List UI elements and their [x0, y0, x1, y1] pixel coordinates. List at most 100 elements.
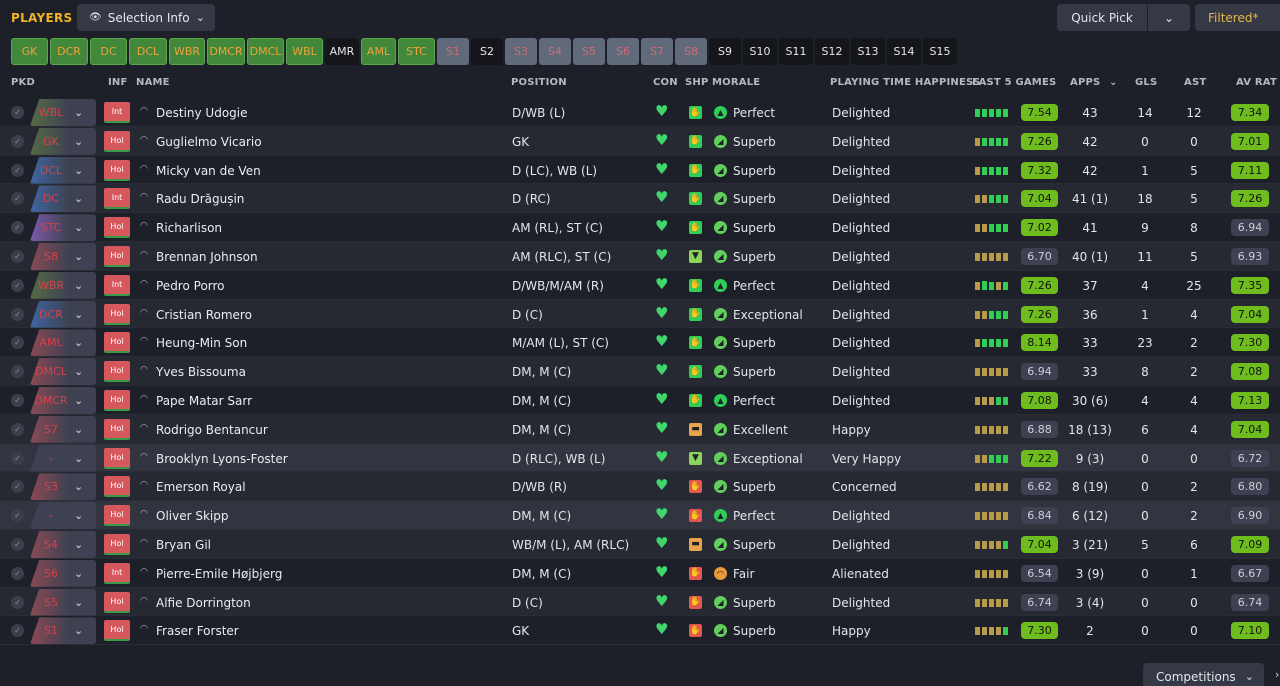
sort-desc-icon[interactable]: ⌄: [1109, 77, 1118, 88]
player-name[interactable]: Bryan Gil: [156, 538, 211, 552]
table-row[interactable]: ✓ DMCR ⌄ Hol ◠ Pape Matar Sarr DM, M (C) ♥ ✋ ▲ Per…: [0, 386, 1280, 415]
pkd-position-dropdown[interactable]: S6 ⌄: [30, 559, 96, 587]
position-slot-s2[interactable]: S2: [471, 38, 503, 65]
col-last5[interactable]: LAST 5 GAMES: [972, 77, 1056, 88]
inf-badge[interactable]: Hol: [104, 505, 130, 527]
table-row[interactable]: ✓ S1 ⌄ Hol ◠ Fraser Forster GK ♥ ✋ ◢ Superb Happy 7.…: [0, 616, 1280, 646]
position-slot-s15[interactable]: S15: [923, 38, 957, 65]
inf-badge[interactable]: Hol: [104, 303, 130, 325]
inf-badge[interactable]: Hol: [104, 533, 130, 555]
pkd-position-dropdown[interactable]: AML ⌄: [30, 329, 96, 357]
pkd-position-dropdown[interactable]: S4 ⌄: [30, 530, 96, 558]
pick-check-icon[interactable]: ✓: [11, 134, 24, 148]
position-slot-s14[interactable]: S14: [887, 38, 921, 65]
pkd-position-dropdown[interactable]: S8 ⌄: [30, 242, 96, 270]
player-name[interactable]: Rodrigo Bentancur: [156, 423, 268, 437]
player-name[interactable]: Cristian Romero: [156, 308, 252, 322]
table-row[interactable]: ✓ WBL ⌄ Int ◠ Destiny Udogie D/WB (L) ♥ ✋ ▲ Perfec…: [0, 98, 1280, 127]
inf-badge[interactable]: Hol: [104, 245, 130, 267]
pkd-position-dropdown[interactable]: WBL ⌄: [30, 99, 96, 126]
position-slot-s10[interactable]: S10: [743, 38, 777, 65]
position-slot-stc[interactable]: STC: [398, 38, 435, 65]
position-slot-s13[interactable]: S13: [851, 38, 885, 65]
position-slot-s8[interactable]: S8: [675, 38, 707, 65]
player-name[interactable]: Destiny Udogie: [156, 106, 248, 120]
pkd-position-dropdown[interactable]: STC ⌄: [30, 214, 96, 242]
player-name[interactable]: Heung-Min Son: [156, 336, 247, 350]
player-name[interactable]: Pape Matar Sarr: [156, 394, 252, 408]
col-position[interactable]: POSITION: [511, 77, 567, 88]
pick-check-icon[interactable]: ✓: [11, 307, 24, 321]
player-name[interactable]: Alfie Dorrington: [156, 596, 251, 610]
pick-check-icon[interactable]: ✓: [11, 422, 24, 436]
pick-check-icon[interactable]: ✓: [11, 393, 24, 407]
position-slot-wbr[interactable]: WBR: [169, 38, 205, 65]
col-avrat[interactable]: AV RAT: [1236, 77, 1277, 88]
inf-badge[interactable]: Int: [104, 102, 130, 123]
col-shp[interactable]: SHP: [685, 77, 709, 88]
inf-badge[interactable]: Hol: [104, 361, 130, 383]
pkd-position-dropdown[interactable]: DCR ⌄: [30, 300, 96, 328]
position-slot-wbl[interactable]: WBL: [286, 38, 323, 65]
col-apps[interactable]: APPS: [1070, 77, 1100, 88]
inf-badge[interactable]: Hol: [104, 159, 130, 181]
table-row[interactable]: ✓ S7 ⌄ Hol ◠ Rodrigo Bentancur DM, M (C) ♥ ▬ ◢ Exc…: [0, 414, 1280, 444]
pick-check-icon[interactable]: ✓: [11, 365, 24, 379]
pkd-position-dropdown[interactable]: DMCL ⌄: [30, 358, 96, 386]
position-slot-amr[interactable]: AMR: [325, 38, 359, 65]
inf-badge[interactable]: Hol: [104, 130, 130, 152]
col-name[interactable]: NAME: [136, 77, 170, 88]
table-row[interactable]: ✓ AML ⌄ Hol ◠ Heung-Min Son M/AM (L), ST (C) ♥ ✋…: [0, 328, 1280, 358]
pick-check-icon[interactable]: ✓: [11, 537, 24, 551]
player-name[interactable]: Emerson Royal: [156, 480, 246, 494]
pick-check-icon[interactable]: ✓: [11, 221, 24, 235]
table-row[interactable]: ✓ S5 ⌄ Hol ◠ Alfie Dorrington D (C) ♥ ✋ ◢ Superb De…: [0, 587, 1280, 617]
player-name[interactable]: Micky van de Ven: [156, 164, 261, 178]
table-row[interactable]: ✓ WBR ⌄ Int ◠ Pedro Porro D/WB/M/AM (R) ♥ ✋ ▲ Perf…: [0, 271, 1280, 300]
chevron-down-icon[interactable]: ⌄: [1148, 11, 1190, 25]
inf-badge[interactable]: Int: [104, 188, 130, 210]
pkd-position-dropdown[interactable]: S3 ⌄: [30, 473, 96, 501]
inf-badge[interactable]: Hol: [104, 476, 130, 498]
pkd-position-dropdown[interactable]: - ⌄: [30, 444, 96, 472]
quick-pick-button[interactable]: Quick Pick ⌄: [1057, 4, 1190, 31]
position-slot-dmcr[interactable]: DMCR: [207, 38, 245, 65]
pick-check-icon[interactable]: ✓: [11, 509, 24, 523]
pkd-position-dropdown[interactable]: DCL ⌄: [30, 156, 96, 184]
pkd-position-dropdown[interactable]: GK ⌄: [30, 127, 96, 155]
table-row[interactable]: ✓ DMCL ⌄ Hol ◠ Yves Bissouma DM, M (C) ♥ ✋ ◢ Super…: [0, 357, 1280, 386]
table-row[interactable]: ✓ DC ⌄ Int ◠ Radu Drăgușin D (RC) ♥ ✋ ◢ Superb Deli…: [0, 184, 1280, 214]
player-name[interactable]: Fraser Forster: [156, 624, 239, 638]
player-name[interactable]: Guglielmo Vicario: [156, 135, 262, 149]
position-slot-s7[interactable]: S7: [641, 38, 673, 65]
pkd-position-dropdown[interactable]: DMCR ⌄: [30, 386, 96, 414]
position-slot-gk[interactable]: GK: [11, 38, 48, 65]
position-slot-dmcl[interactable]: DMCL: [247, 38, 284, 65]
pick-check-icon[interactable]: ✓: [11, 249, 24, 263]
player-name[interactable]: Brennan Johnson: [156, 250, 258, 264]
inf-badge[interactable]: Hol: [104, 418, 130, 440]
pkd-position-dropdown[interactable]: DC ⌄: [30, 185, 96, 213]
pkd-position-dropdown[interactable]: - ⌄: [30, 502, 96, 530]
inf-badge[interactable]: Int: [104, 274, 130, 296]
table-row[interactable]: ✓ - ⌄ Hol ◠ Oliver Skipp DM, M (C) ♥ ✋ ▲ Perfect De…: [0, 501, 1280, 530]
player-name[interactable]: Oliver Skipp: [156, 509, 228, 523]
position-slot-s1[interactable]: S1: [437, 38, 469, 65]
player-name[interactable]: Yves Bissouma: [156, 365, 246, 379]
pick-check-icon[interactable]: ✓: [11, 106, 24, 119]
position-slot-dcr[interactable]: DCR: [50, 38, 88, 65]
pkd-position-dropdown[interactable]: S7 ⌄: [30, 415, 96, 443]
pick-check-icon[interactable]: ✓: [11, 451, 24, 465]
table-row[interactable]: ✓ S8 ⌄ Hol ◠ Brennan Johnson AM (RLC), ST (C) ♥…: [0, 241, 1280, 271]
col-pkd[interactable]: PKD: [11, 77, 35, 88]
pkd-position-dropdown[interactable]: S1 ⌄: [30, 617, 96, 645]
inf-badge[interactable]: Hol: [104, 389, 130, 411]
table-row[interactable]: ✓ S6 ⌄ Int ◠ Pierre-Emile Højbjerg DM, M (C) ♥ ✋…: [0, 559, 1280, 588]
table-row[interactable]: ✓ GK ⌄ Hol ◠ Guglielmo Vicario GK ♥ ✋ ◢ Superb Deli…: [0, 126, 1280, 156]
table-row[interactable]: ✓ - ⌄ Hol ◠ Brooklyn Lyons-Foster D (RLC), WB …: [0, 443, 1280, 473]
player-name[interactable]: Brooklyn Lyons-Foster: [156, 452, 288, 466]
position-slot-s6[interactable]: S6: [607, 38, 639, 65]
inf-badge[interactable]: Hol: [104, 591, 130, 613]
pkd-position-dropdown[interactable]: WBR ⌄: [30, 271, 96, 299]
position-slot-s9[interactable]: S9: [709, 38, 741, 65]
